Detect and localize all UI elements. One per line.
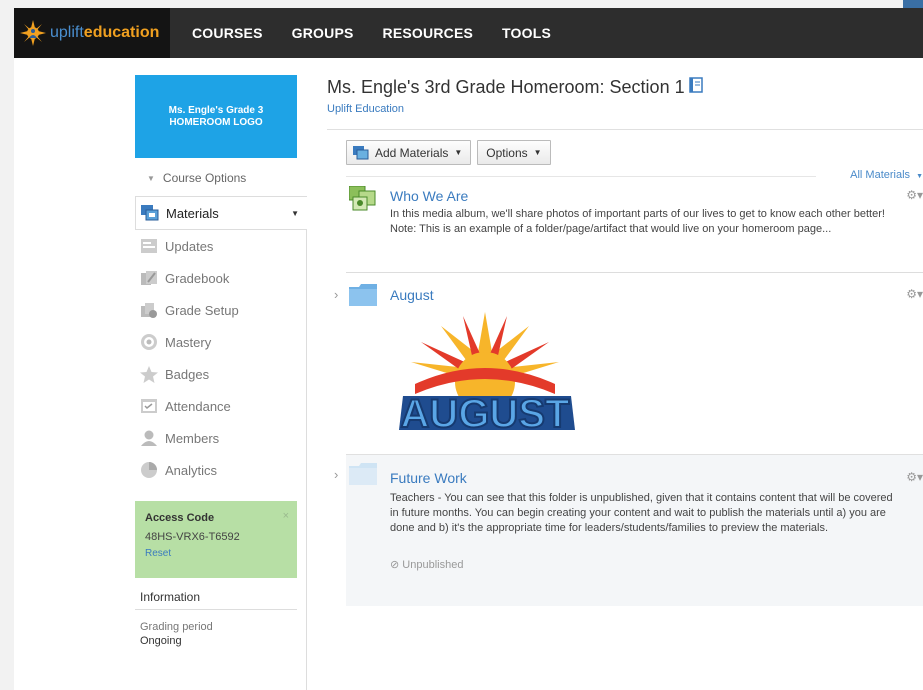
materials-toolbar: Add Materials ▼ Options ▼ (346, 140, 923, 165)
uplift-logo[interactable]: uplifteducation (14, 8, 170, 58)
sidebar-item-label: Gradebook (165, 270, 230, 286)
chevron-down-icon[interactable]: ▼ (291, 209, 299, 218)
add-materials-label: Add Materials (375, 145, 449, 160)
divider (346, 176, 816, 177)
badges-icon (139, 365, 159, 383)
chevron-right-icon[interactable]: › (334, 287, 338, 302)
course-logo: Ms. Engle's Grade 3 HOMEROOM LOGO (135, 75, 297, 158)
sidebar-item-label: Grade Setup (165, 302, 239, 318)
analytics-icon (139, 461, 159, 479)
sidebar-item-grade-setup[interactable]: Grade Setup (135, 294, 297, 326)
book-icon[interactable] (688, 77, 703, 98)
members-icon (139, 429, 159, 447)
sidebar-item-label: Attendance (165, 398, 231, 414)
grading-period-label: Grading period (140, 621, 213, 633)
main-content: Ms. Engle's 3rd Grade Homeroom: Section … (327, 77, 923, 606)
access-code-box: Access Code 48HS-VRX6-T6592 Reset × (135, 501, 297, 578)
material-title-link[interactable]: Who We Are (390, 188, 468, 204)
sidebar-item-label: Updates (165, 238, 214, 254)
sidebar-item-label: Mastery (165, 334, 212, 350)
page-title-text: Ms. Engle's 3rd Grade Homeroom: Section … (327, 77, 685, 97)
sidebar-item-materials[interactable]: Materials ▼ (135, 196, 307, 230)
nav-tools[interactable]: TOOLS (502, 25, 551, 41)
august-image: AUGUST (389, 312, 581, 440)
gear-icon[interactable]: ⚙▾ (906, 287, 923, 301)
course-subtitle-link[interactable]: Uplift Education (327, 103, 923, 115)
material-description: Teachers - You can see that this folder … (390, 492, 893, 534)
material-description-line: In this media album, we'll share photos … (390, 208, 885, 220)
material-item-future-work: › Future Work Teachers - You can see tha… (334, 454, 923, 606)
gradebook-icon (139, 269, 159, 287)
folder-icon (349, 284, 379, 309)
material-title-link[interactable]: Future Work (390, 470, 467, 486)
sidebar-item-updates[interactable]: Updates (135, 230, 297, 262)
course-options-label: Course Options (162, 171, 247, 185)
material-description-line: Note: This is an example of a folder/pag… (390, 223, 832, 235)
column-divider (306, 230, 307, 690)
access-code-value: 48HS-VRX6-T6592 (145, 531, 240, 543)
attendance-icon (139, 397, 159, 415)
sidebar-item-members[interactable]: Members (135, 422, 297, 454)
caret-down-icon: ▼ (147, 173, 155, 183)
page-title: Ms. Engle's 3rd Grade Homeroom: Section … (327, 77, 923, 98)
options-button[interactable]: Options ▼ (477, 140, 551, 165)
material-item-august: › August ⚙▾ AUGUST (334, 279, 923, 449)
sidebar-item-analytics[interactable]: Analytics (135, 454, 297, 486)
access-code-reset-link[interactable]: Reset (145, 548, 287, 559)
options-label: Options (486, 145, 528, 160)
all-materials-filter[interactable]: All Materials ▼ (850, 169, 923, 181)
information-heading: Information (135, 590, 297, 610)
add-materials-icon (353, 145, 369, 160)
grading-period-value: Ongoing (140, 635, 182, 647)
media-album-icon (348, 185, 377, 215)
sidebar-item-attendance[interactable]: Attendance (135, 390, 297, 422)
corner-accent (903, 0, 923, 8)
add-materials-button[interactable]: Add Materials ▼ (346, 140, 472, 165)
course-logo-line2: HOMEROOM LOGO (169, 116, 263, 128)
nav-groups[interactable]: GROUPS (292, 25, 354, 41)
left-sidebar: Ms. Engle's Grade 3 HOMEROOM LOGO ▼ Cour… (135, 75, 307, 647)
sidebar-item-gradebook[interactable]: Gradebook (135, 262, 297, 294)
divider (327, 129, 923, 130)
unpublished-status: ⊘ Unpublished (390, 558, 463, 571)
sidebar-item-label: Badges (165, 366, 210, 382)
grade-setup-icon (139, 301, 159, 319)
content-panel: Ms. Engle's Grade 3 HOMEROOM LOGO ▼ Cour… (14, 58, 923, 690)
mastery-icon (139, 333, 159, 351)
sidebar-item-label: Materials (166, 205, 219, 221)
gear-icon[interactable]: ⚙▾ (906, 470, 923, 484)
nav-courses[interactable]: COURSES (192, 25, 263, 41)
unpublished-label: Unpublished (402, 559, 464, 571)
logo-text: uplifteducation (50, 24, 160, 41)
folder-icon (349, 463, 379, 488)
materials-icon (140, 204, 160, 222)
sidebar-item-badges[interactable]: Badges (135, 358, 297, 390)
august-image-text: AUGUST (401, 392, 570, 436)
sunburst-logo-icon (20, 20, 46, 46)
sidebar-item-mastery[interactable]: Mastery (135, 326, 297, 358)
access-code-title: Access Code (145, 512, 215, 524)
sidebar-menu: Materials ▼ Updates Gradebook Grade Setu… (135, 196, 307, 486)
gear-icon[interactable]: ⚙▾ (906, 188, 923, 202)
close-icon[interactable]: × (283, 510, 289, 522)
caret-down-icon: ▼ (916, 173, 923, 180)
material-title-link[interactable]: August (390, 287, 434, 303)
all-materials-label: All Materials (850, 169, 911, 181)
nav-resources[interactable]: RESOURCES (383, 25, 473, 41)
top-navigation-bar: uplifteducation COURSES GROUPS RESOURCES… (14, 0, 923, 58)
updates-icon (139, 237, 159, 255)
chevron-right-icon[interactable]: › (334, 467, 338, 482)
material-item-who-we-are: Who We Are In this media album, we'll sh… (346, 182, 923, 273)
material-description: In this media album, we'll share photos … (390, 207, 900, 237)
caret-down-icon: ▼ (533, 148, 542, 157)
caret-down-icon: ▼ (454, 148, 463, 157)
course-logo-line1: Ms. Engle's Grade 3 (168, 104, 264, 116)
sidebar-item-label: Members (165, 430, 220, 446)
unpublished-icon: ⊘ (390, 559, 400, 571)
sidebar-item-label: Analytics (165, 462, 218, 478)
course-options-toggle[interactable]: ▼ Course Options (135, 168, 297, 188)
main-nav: COURSES GROUPS RESOURCES TOOLS (192, 8, 580, 58)
